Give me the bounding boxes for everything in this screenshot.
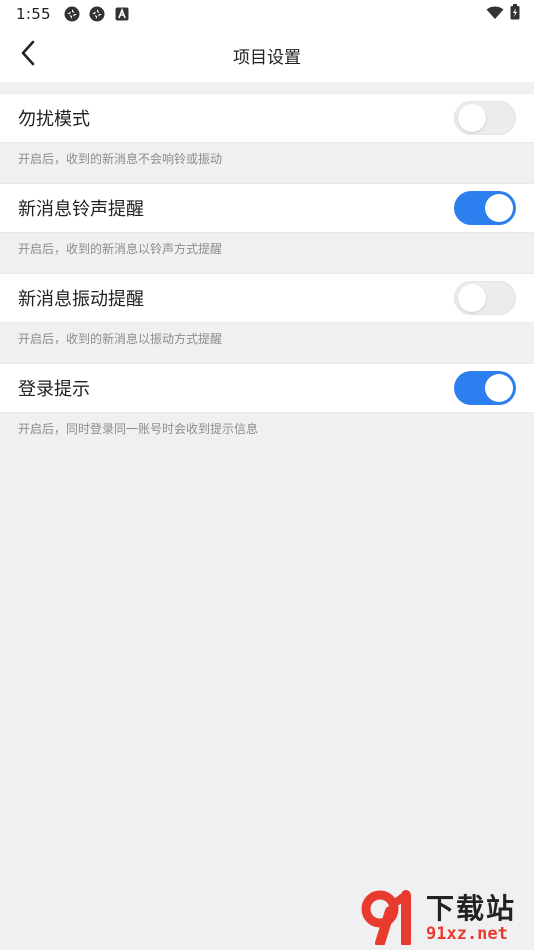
camera-aperture-icon bbox=[88, 5, 106, 23]
setting-description: 开启后，同时登录同一账号时会收到提示信息 bbox=[18, 421, 259, 436]
watermark-brand: 下载站 bbox=[426, 892, 517, 925]
setting-label: 新消息振动提醒 bbox=[18, 289, 144, 310]
toggle-knob bbox=[458, 284, 486, 312]
wifi-icon bbox=[486, 5, 504, 24]
dnd-toggle[interactable] bbox=[454, 101, 516, 135]
status-right bbox=[486, 4, 520, 24]
screen: 1:55 项目设置 勿扰模式 开启后，收到的新消息不会响铃或振动 新消息铃声提醒… bbox=[0, 0, 534, 950]
setting-group-dnd: 勿扰模式 开启后，收到的新消息不会响铃或振动 bbox=[0, 93, 534, 173]
toggle-knob bbox=[485, 374, 513, 402]
status-bar: 1:55 bbox=[0, 0, 534, 28]
status-time: 1:55 bbox=[16, 5, 51, 23]
setting-group-vibration: 新消息振动提醒 开启后，收到的新消息以振动方式提醒 bbox=[0, 273, 534, 353]
setting-description: 开启后，收到的新消息以铃声方式提醒 bbox=[18, 241, 223, 256]
font-a-icon bbox=[113, 5, 131, 23]
settings-list: 勿扰模式 开启后，收到的新消息不会响铃或振动 新消息铃声提醒 开启后，收到的新消… bbox=[0, 93, 534, 453]
watermark-url: 91xz.net bbox=[426, 924, 508, 944]
toggle-knob bbox=[458, 104, 486, 132]
setting-label: 新消息铃声提醒 bbox=[18, 199, 144, 220]
vibration-toggle[interactable] bbox=[454, 281, 516, 315]
back-button[interactable] bbox=[10, 37, 46, 73]
page-title: 项目设置 bbox=[233, 47, 301, 68]
setting-description: 开启后，收到的新消息以振动方式提醒 bbox=[18, 331, 223, 346]
watermark: 下载站 91xz.net bbox=[360, 890, 530, 948]
setting-row: 登录提示 bbox=[0, 363, 534, 413]
setting-description: 开启后，收到的新消息不会响铃或振动 bbox=[18, 151, 223, 166]
login-alert-toggle[interactable] bbox=[454, 371, 516, 405]
setting-group-login: 登录提示 开启后，同时登录同一账号时会收到提示信息 bbox=[0, 363, 534, 443]
battery-charging-icon bbox=[510, 4, 520, 24]
setting-row: 勿扰模式 bbox=[0, 93, 534, 143]
chevron-left-icon bbox=[20, 40, 36, 70]
setting-label: 勿扰模式 bbox=[18, 109, 90, 130]
setting-label: 登录提示 bbox=[18, 379, 90, 400]
setting-row: 新消息铃声提醒 bbox=[0, 183, 534, 233]
setting-group-ringtone: 新消息铃声提醒 开启后，收到的新消息以铃声方式提醒 bbox=[0, 183, 534, 263]
camera-aperture-icon bbox=[63, 5, 81, 23]
setting-row: 新消息振动提醒 bbox=[0, 273, 534, 323]
ringtone-toggle[interactable] bbox=[454, 191, 516, 225]
toggle-knob bbox=[485, 194, 513, 222]
watermark-text: 下载站 91xz.net bbox=[426, 892, 517, 945]
watermark-logo-icon bbox=[360, 889, 422, 949]
header: 项目设置 bbox=[0, 28, 534, 82]
